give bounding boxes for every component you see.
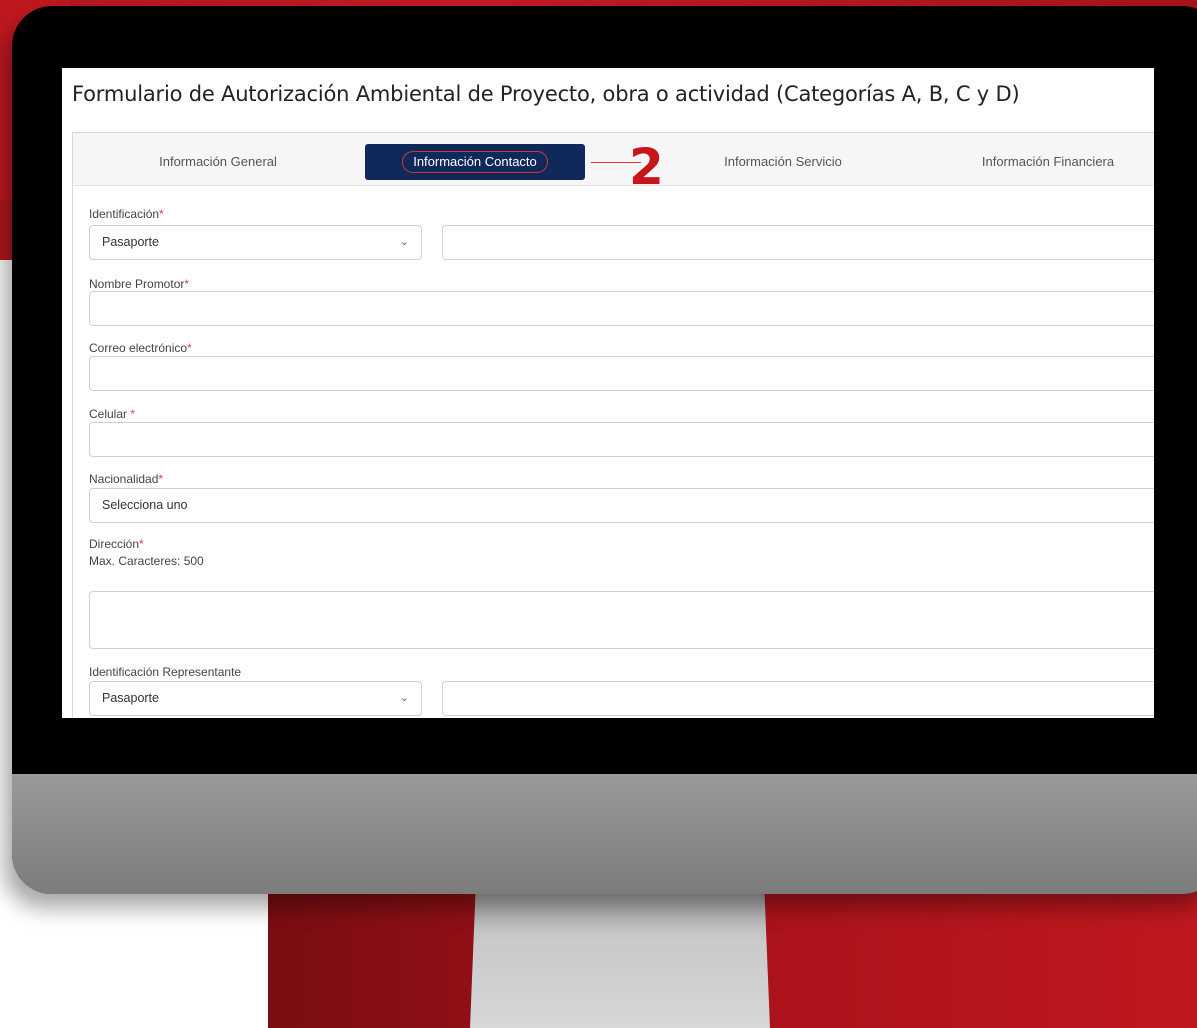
identificacion-label: Identificación* — [89, 207, 164, 221]
nombre-promotor-input[interactable] — [89, 291, 1154, 326]
chevron-down-icon: ⌄ — [399, 692, 409, 704]
page-title: Formulario de Autorización Ambiental de … — [72, 82, 1020, 106]
tab-label: Información Contacto — [402, 151, 548, 173]
monitor-chin — [12, 774, 1197, 894]
step-callout-number: 2 — [629, 138, 664, 196]
identificacion-type-select[interactable]: Pasaporte ⌄ — [89, 225, 422, 260]
monitor-stand — [470, 880, 770, 1028]
tab-label: Información Financiera — [981, 154, 1115, 169]
screen: Formulario de Autorización Ambiental de … — [62, 68, 1154, 718]
identificacion-number-input[interactable] — [442, 225, 1154, 260]
identificacion-representante-label: Identificación Representante — [89, 665, 242, 679]
direccion-label: Dirección* — [89, 537, 144, 551]
tab-label: Información Servicio — [724, 154, 842, 169]
representante-type-select[interactable]: Pasaporte ⌄ — [89, 681, 422, 716]
identificacion-type-value: Pasaporte — [102, 235, 159, 249]
tab-label: Información General — [159, 154, 277, 169]
nacionalidad-label: Nacionalidad* — [89, 472, 164, 486]
direccion-hint: Max. Caracteres: 500 — [89, 554, 204, 568]
correo-label: Correo electrónico* — [89, 341, 192, 355]
tab-informacion-general[interactable]: Información General — [73, 144, 363, 180]
nacionalidad-select[interactable]: Selecciona uno — [89, 488, 1154, 523]
nombre-promotor-label: Nombre Promotor* — [89, 277, 190, 291]
celular-input[interactable] — [89, 422, 1154, 457]
representante-type-value: Pasaporte — [102, 691, 159, 705]
representante-number-input[interactable] — [442, 681, 1154, 716]
nacionalidad-value: Selecciona uno — [102, 498, 188, 512]
chevron-down-icon: ⌄ — [399, 236, 409, 248]
form-panel: Información General Información Contacto… — [72, 132, 1154, 718]
celular-label: Celular * — [89, 407, 136, 421]
direccion-textarea[interactable] — [89, 591, 1154, 649]
tab-informacion-servicio[interactable]: Información Servicio — [663, 144, 903, 180]
tab-informacion-financiera[interactable]: Información Financiera — [923, 144, 1154, 180]
correo-input[interactable] — [89, 356, 1154, 391]
tab-informacion-contacto[interactable]: Información Contacto — [365, 144, 585, 180]
tab-bar: Información General Información Contacto… — [73, 133, 1154, 195]
